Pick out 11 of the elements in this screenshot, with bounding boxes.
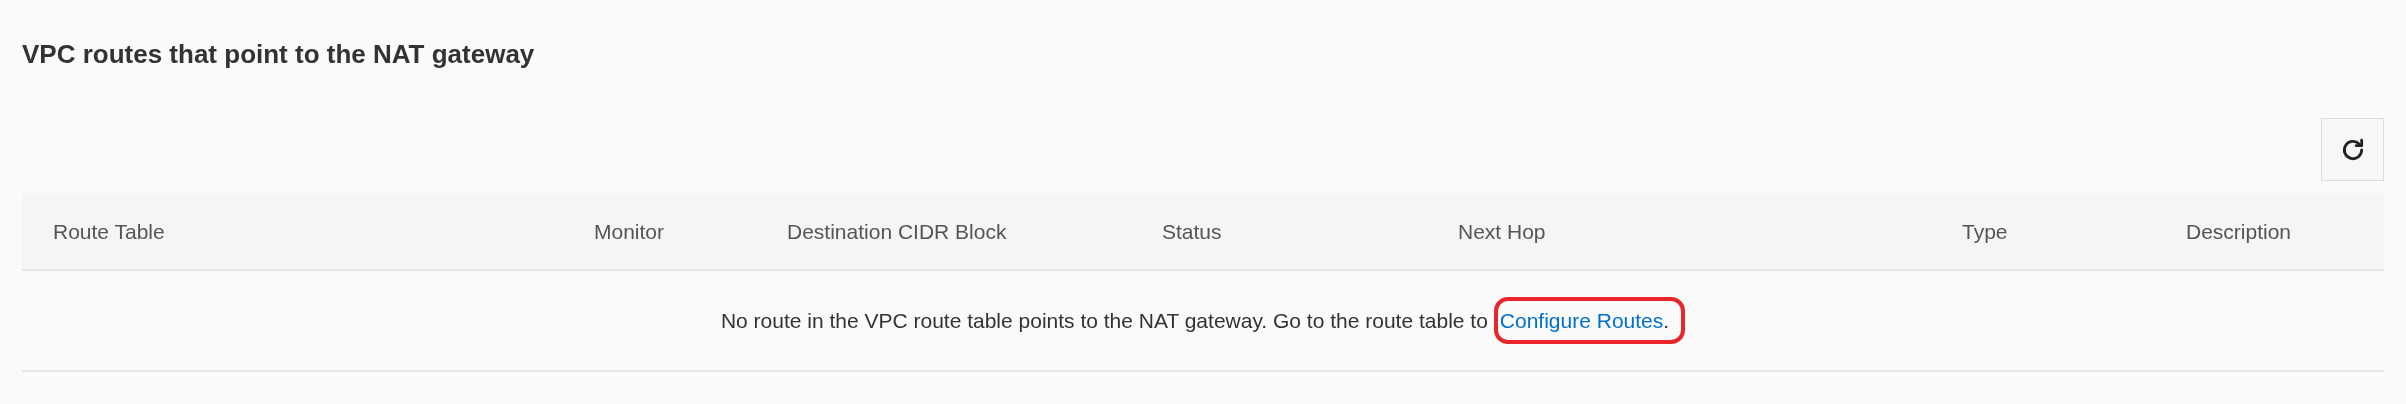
column-header: Description xyxy=(2186,220,2292,244)
section-title: VPC routes that point to the NAT gateway xyxy=(22,38,535,71)
column-header: Type xyxy=(1962,220,2008,244)
column-header: Route Table xyxy=(53,220,165,244)
column-header: Destination CIDR Block xyxy=(787,220,1007,244)
column-header: Monitor xyxy=(594,220,665,244)
column-header: Status xyxy=(1162,220,1222,244)
empty-message: No route in the VPC route table points to the NAT gateway. Go to the route table to xyxy=(720,307,1488,334)
column-header: Next Hop xyxy=(1458,220,1546,244)
refresh-button[interactable] xyxy=(2321,118,2384,181)
configure-routes-link[interactable]: Configure Routes. xyxy=(1493,296,1686,345)
